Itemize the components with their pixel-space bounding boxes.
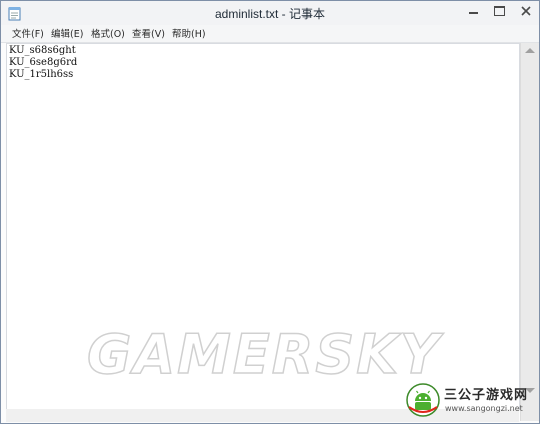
maximize-button[interactable] [486, 1, 512, 21]
text-line: KU_6se8g6rd [9, 57, 78, 68]
window-title: adminlist.txt - 记事本 [214, 7, 326, 21]
menu-view[interactable]: 查看(V) [132, 26, 165, 40]
close-icon [521, 6, 531, 16]
brand-url: www.sangongzi.net [445, 404, 523, 413]
menu-help[interactable]: 帮助(H) [172, 26, 206, 40]
scroll-up-icon[interactable] [525, 48, 535, 53]
menu-format[interactable]: 格式(O) [91, 26, 125, 40]
notepad-window: adminlist.txt - 记事本 文件(F) 编辑(E) 格式(O) 查看… [0, 0, 540, 424]
android-robot-icon [406, 383, 440, 417]
title-bar[interactable]: adminlist.txt - 记事本 [1, 1, 539, 25]
brand-badge: 三公子游戏网 www.sangongzi.net [406, 381, 538, 421]
text-line: KU_1r5lh6ss [9, 69, 74, 80]
menu-edit[interactable]: 编辑(E) [51, 26, 83, 40]
menu-file[interactable]: 文件(F) [12, 26, 44, 40]
brand-name: 三公子游戏网 [444, 388, 529, 403]
minimize-button[interactable] [460, 1, 486, 21]
text-line: KU_s68s6ght [9, 45, 76, 56]
close-button[interactable] [512, 1, 539, 21]
menu-bar: 文件(F) 编辑(E) 格式(O) 查看(V) 帮助(H) [1, 25, 539, 43]
watermark: GAMERSKY [86, 322, 442, 387]
